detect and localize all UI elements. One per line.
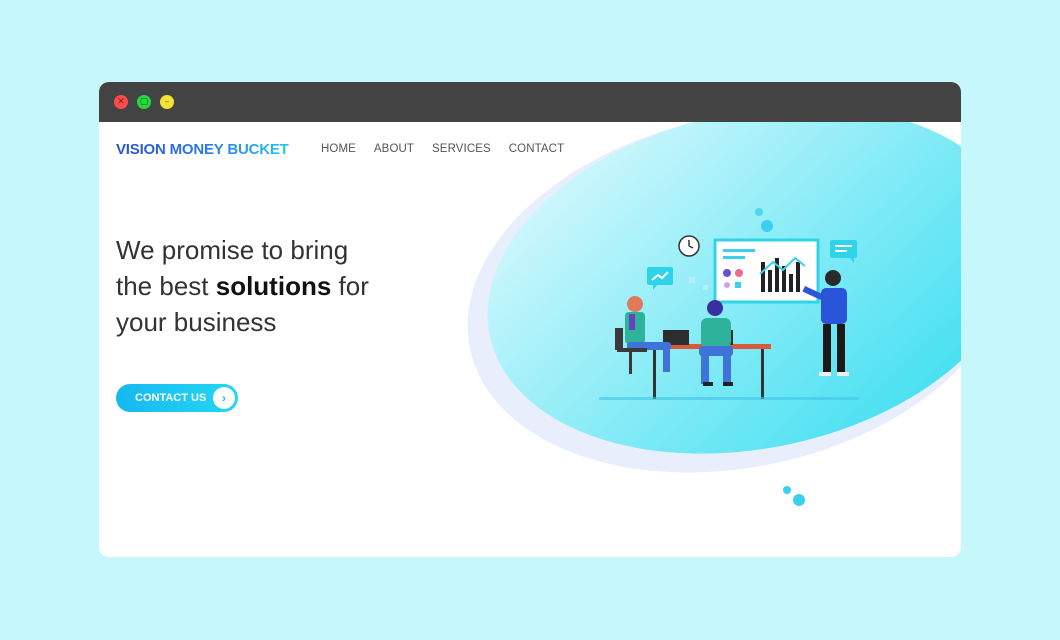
hero-line-2-pre: the best <box>116 271 216 301</box>
nav-item-home[interactable]: HOME <box>321 143 356 155</box>
contact-us-label: CONTACT US <box>135 392 207 404</box>
nav-item-contact[interactable]: CONTACT <box>509 143 564 155</box>
window-titlebar: ✕ ▢ – <box>99 82 961 122</box>
hero-line-1: We promise to bring <box>116 235 349 265</box>
browser-window: ✕ ▢ – VISION MONEY BUCKET HOME ABOUT SER… <box>99 82 961 557</box>
chevron-right-icon: › <box>213 387 235 409</box>
brand-logo[interactable]: VISION MONEY BUCKET <box>116 141 289 158</box>
bubble-shape <box>761 220 773 232</box>
presentation-board <box>713 238 820 304</box>
close-window-icon[interactable]: ✕ <box>114 95 128 109</box>
ground-line <box>599 397 859 400</box>
hero-line-2-post: for <box>331 271 369 301</box>
hero-line-2-bold: solutions <box>215 271 332 301</box>
nav-item-about[interactable]: ABOUT <box>374 143 414 155</box>
bubble-shape <box>755 208 763 216</box>
clock-icon <box>678 235 700 257</box>
bubble-shape <box>783 486 791 494</box>
main-nav: HOME ABOUT SERVICES CONTACT <box>321 143 582 155</box>
hero-headline: We promise to bring the best solutions f… <box>116 232 436 340</box>
hero-line-3: your business <box>116 307 277 337</box>
minimize-window-icon[interactable]: – <box>160 95 174 109</box>
bubble-shape <box>793 494 805 506</box>
nav-item-services[interactable]: SERVICES <box>432 143 491 155</box>
website-content: VISION MONEY BUCKET HOME ABOUT SERVICES … <box>99 122 961 557</box>
contact-us-button[interactable]: CONTACT US › <box>116 384 238 412</box>
maximize-window-icon[interactable]: ▢ <box>137 95 151 109</box>
